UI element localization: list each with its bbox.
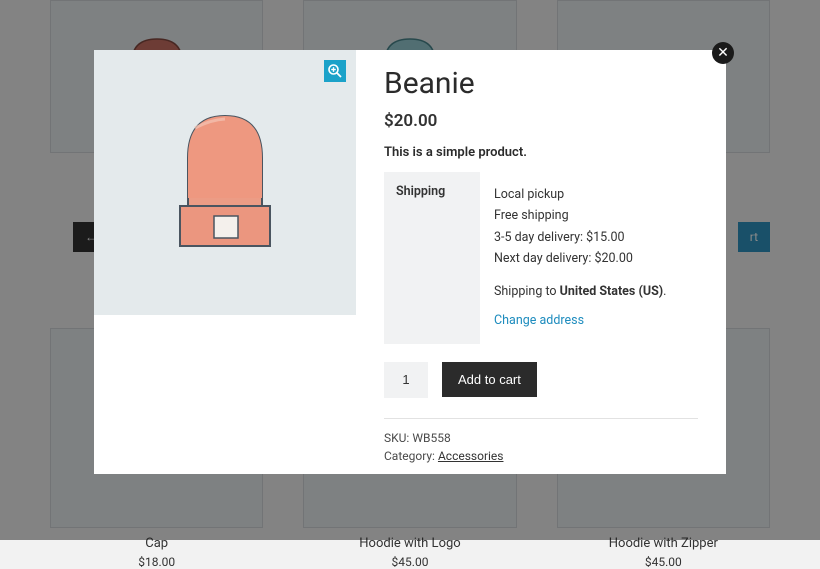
category-link[interactable]: Accessories xyxy=(438,449,504,463)
change-address-link[interactable]: Change address xyxy=(494,310,584,331)
product-meta: SKU: WB558 Category: Accessories xyxy=(384,429,698,465)
add-to-cart-button[interactable]: Add to cart xyxy=(442,362,537,397)
shipping-option: Free shipping xyxy=(494,205,666,226)
add-to-cart-row: Add to cart xyxy=(384,362,698,398)
product-price: $20.00 xyxy=(384,111,698,131)
shipping-box: Shipping Local pickup Free shipping 3-5 … xyxy=(384,172,698,344)
product-quickview-modal: ✕ Beanie $20.00 This is a simple product… xyxy=(94,50,726,474)
product-title: Beanie xyxy=(384,66,698,101)
close-button[interactable]: ✕ xyxy=(712,42,734,64)
bg-product-price: $45.00 xyxy=(303,555,516,569)
product-description: This is a simple product. xyxy=(384,145,698,160)
close-icon: ✕ xyxy=(717,45,729,61)
bg-product-price: $45.00 xyxy=(557,555,770,569)
zoom-button[interactable] xyxy=(324,60,346,82)
sku-line: SKU: WB558 xyxy=(384,429,698,447)
sku-value: WB558 xyxy=(412,431,450,445)
category-line: Category: Accessories xyxy=(384,447,698,465)
quantity-input[interactable] xyxy=(384,362,428,398)
magnify-plus-icon xyxy=(328,64,342,78)
shipping-destination: Shipping to United States (US). xyxy=(494,281,666,302)
product-image-panel xyxy=(94,50,356,315)
shipping-label: Shipping xyxy=(384,172,480,344)
bg-product-price: $18.00 xyxy=(50,555,263,569)
shipping-option: 3-5 day delivery: $15.00 xyxy=(494,227,666,248)
product-image-beanie[interactable] xyxy=(150,98,300,268)
product-details-panel: Beanie $20.00 This is a simple product. … xyxy=(356,50,726,474)
shipping-option: Local pickup xyxy=(494,184,666,205)
shipping-option: Next day delivery: $20.00 xyxy=(494,248,666,269)
shipping-options: Local pickup Free shipping 3-5 day deliv… xyxy=(480,172,680,344)
divider xyxy=(384,418,698,419)
